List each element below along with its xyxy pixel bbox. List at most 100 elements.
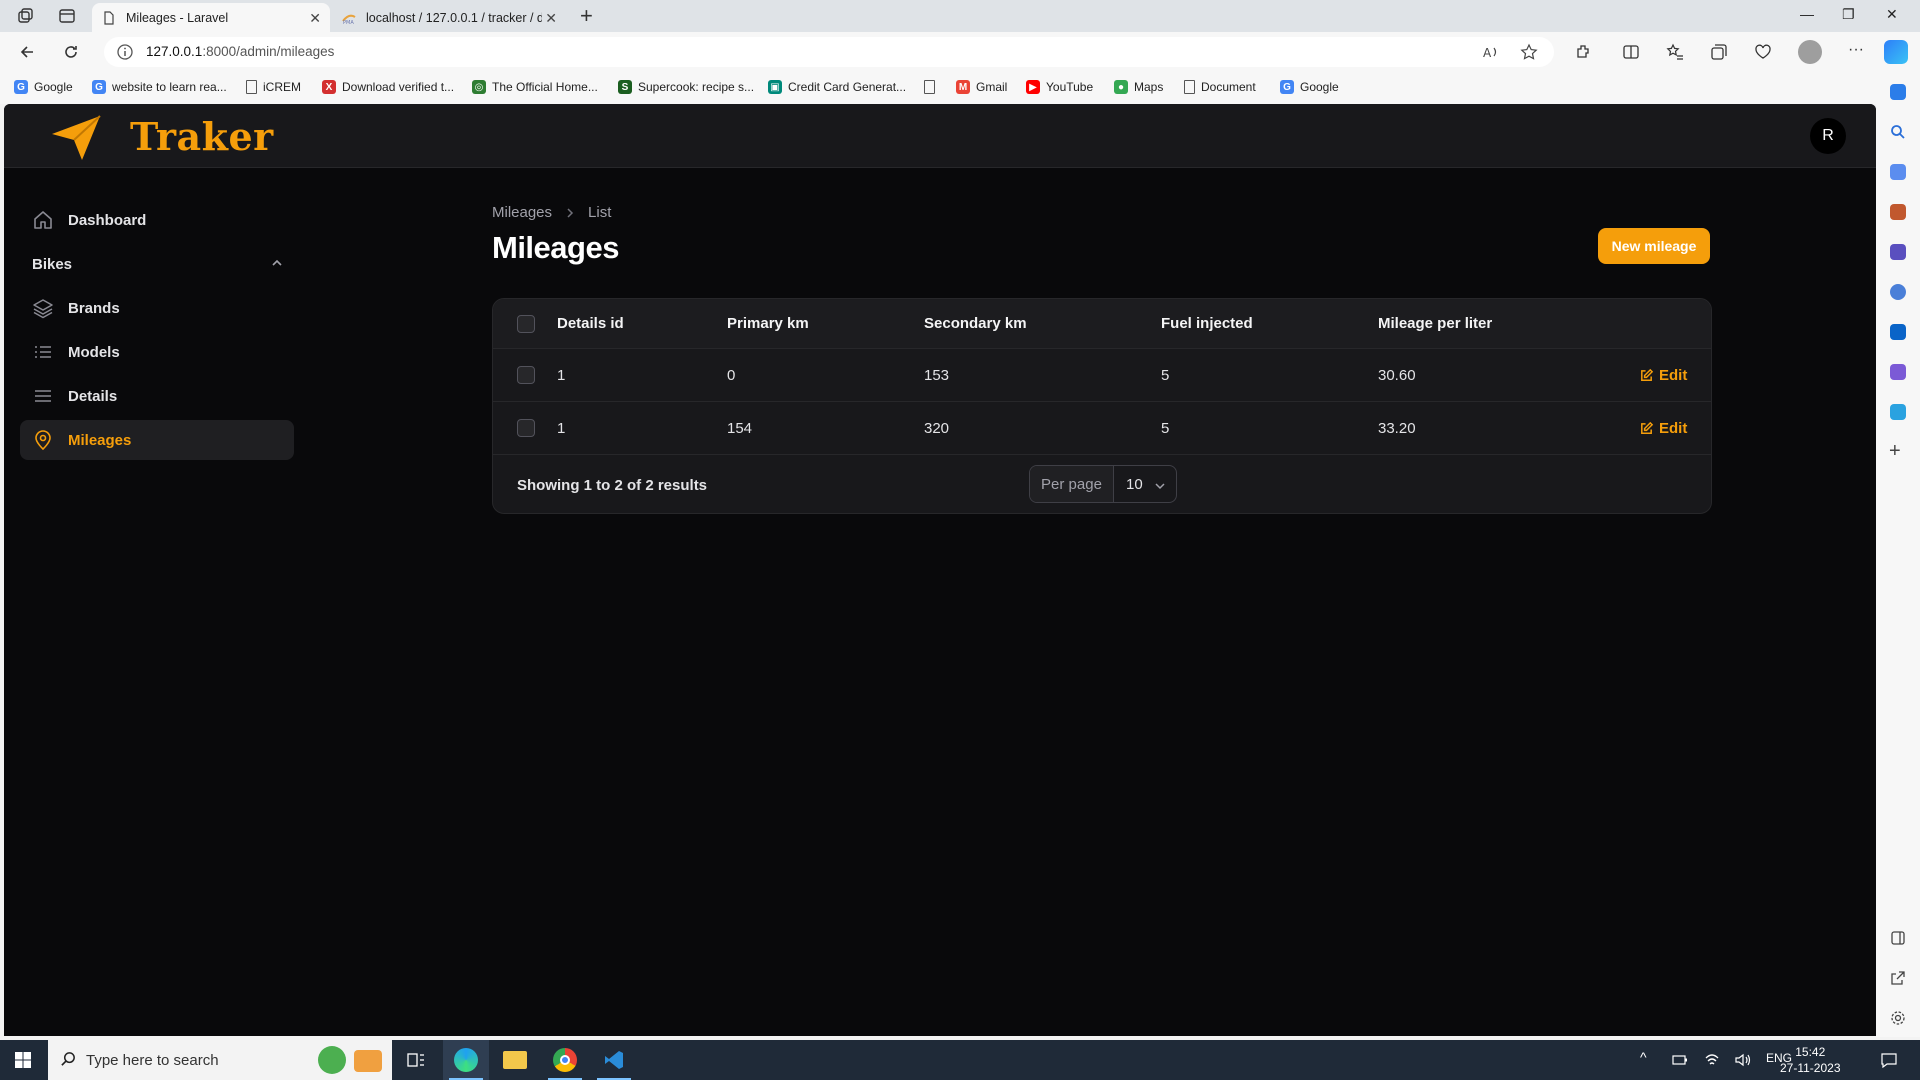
designer-icon[interactable] (1890, 364, 1906, 380)
bookmark-item[interactable]: M Gmail (956, 80, 1007, 94)
column-header-primary-km[interactable]: Primary km (727, 299, 809, 348)
microsoft-365-icon[interactable] (1890, 284, 1906, 300)
bookmark-label: iCREM (263, 80, 301, 94)
favorite-star-icon[interactable] (1520, 43, 1538, 61)
outlook-icon[interactable] (1890, 324, 1906, 340)
edge-icon (454, 1048, 478, 1072)
sidebar-item-details[interactable]: Details (20, 376, 294, 416)
hide-sidebar-icon[interactable] (1890, 930, 1906, 946)
bookmark-item[interactable]: ◎ The Official Home... (472, 80, 598, 94)
cell-mileage-per-liter: 33.20 (1378, 419, 1416, 437)
sidebar-item-mileages[interactable]: Mileages (20, 420, 294, 460)
bookmark-item[interactable]: ▣ Credit Card Generat... (768, 80, 906, 94)
column-header-details-id[interactable]: Details id (557, 299, 624, 348)
tab-actions-icon[interactable] (58, 7, 76, 25)
new-tab-button[interactable]: + (580, 5, 593, 27)
paper-plane-logo-icon[interactable] (48, 112, 104, 162)
bookmark-item[interactable]: iCREM (246, 80, 301, 94)
taskbar-app-file-explorer[interactable] (492, 1040, 538, 1080)
task-view-button[interactable] (393, 1040, 439, 1080)
brand-name[interactable]: Traker (130, 114, 274, 159)
table-row[interactable]: 1 0 153 5 30.60 Edit (493, 349, 1711, 402)
close-tab-icon[interactable]: ✕ (309, 10, 321, 27)
bookmark-item[interactable]: S Supercook: recipe s... (618, 80, 754, 94)
close-window-icon[interactable]: ✕ (1886, 6, 1898, 23)
sidebar-group-bikes[interactable]: Bikes (20, 244, 294, 284)
refresh-icon[interactable] (62, 43, 80, 61)
split-screen-icon[interactable] (1622, 43, 1640, 61)
user-avatar[interactable]: R (1810, 118, 1846, 154)
edit-button[interactable]: Edit (1639, 349, 1687, 401)
search-highlight-diya-icon[interactable] (354, 1050, 382, 1072)
notifications-icon[interactable] (1890, 84, 1906, 100)
sidebar-item-brands[interactable]: Brands (20, 288, 294, 328)
sidebar-item-dashboard[interactable]: Dashboard (20, 200, 294, 240)
google-icon: G (1280, 80, 1294, 94)
browser-essentials-icon[interactable] (1754, 43, 1772, 61)
per-page-dropdown[interactable]: 10 (1114, 466, 1176, 502)
sidebar-item-label: Details (68, 387, 118, 405)
drop-icon[interactable] (1890, 404, 1906, 420)
add-sidebar-app-icon[interactable]: + (1889, 440, 1901, 463)
close-tab-icon[interactable]: ✕ (545, 10, 557, 27)
shopping-icon[interactable] (1890, 164, 1906, 180)
restore-icon[interactable]: ❐ (1842, 6, 1855, 23)
notification-center-icon[interactable] (1880, 1052, 1898, 1068)
bookmark-item[interactable]: ● Maps (1114, 80, 1163, 94)
table-row[interactable]: 1 154 320 5 33.20 Edit (493, 402, 1711, 455)
battery-icon[interactable] (1672, 1053, 1688, 1067)
read-aloud-icon[interactable]: A (1482, 43, 1500, 61)
tab-mileages[interactable]: Mileages - Laravel ✕ (92, 3, 330, 32)
breadcrumb-mileages[interactable]: Mileages (492, 204, 552, 221)
sidebar-item-models[interactable]: Models (20, 332, 294, 372)
open-external-icon[interactable] (1890, 970, 1906, 986)
taskbar-app-chrome[interactable] (542, 1040, 588, 1080)
page-icon (924, 80, 935, 94)
column-header-mileage-per-liter[interactable]: Mileage per liter (1378, 299, 1492, 348)
select-all-checkbox[interactable] (517, 315, 535, 333)
sidebar-item-label: Brands (68, 299, 120, 317)
per-page-label: Per page (1030, 466, 1114, 502)
tray-chevron-up-icon[interactable]: ^ (1640, 1049, 1647, 1065)
row-checkbox[interactable] (517, 366, 535, 384)
bookmark-item[interactable]: X Download verified t... (322, 80, 454, 94)
favorites-icon[interactable] (1666, 43, 1684, 61)
start-button[interactable] (0, 1040, 46, 1080)
taskbar-app-vscode[interactable] (591, 1040, 637, 1080)
collections-icon[interactable] (1710, 43, 1728, 61)
chevron-up-icon[interactable] (270, 256, 284, 270)
profile-icon[interactable] (1798, 40, 1822, 64)
sidebar-settings-icon[interactable] (1890, 1010, 1906, 1026)
bookmark-item[interactable] (924, 80, 941, 94)
column-header-secondary-km[interactable]: Secondary km (924, 299, 1027, 348)
search-highlight-icon[interactable] (318, 1046, 346, 1074)
bookmark-item[interactable]: Document (1184, 80, 1256, 94)
more-options-icon[interactable]: ··· (1848, 41, 1864, 59)
bookmark-item[interactable]: G Google (14, 80, 73, 94)
copilot-icon[interactable] (1884, 40, 1908, 64)
workspaces-icon[interactable] (16, 7, 34, 25)
games-icon[interactable] (1890, 244, 1906, 260)
per-page-select[interactable]: Per page 10 (1029, 465, 1177, 503)
system-clock[interactable]: 15:42 27-11-2023 (1780, 1044, 1841, 1076)
extensions-icon[interactable] (1574, 43, 1592, 61)
row-checkbox[interactable] (517, 419, 535, 437)
search-icon[interactable] (1890, 124, 1906, 140)
tab-phpmyadmin[interactable]: PMA localhost / 127.0.0.1 / tracker / d … (332, 3, 566, 32)
edit-button[interactable]: Edit (1639, 402, 1687, 454)
taskbar-app-edge[interactable] (443, 1040, 489, 1080)
info-icon[interactable] (116, 43, 134, 61)
bookmark-item[interactable]: G Google (1280, 80, 1339, 94)
tools-icon[interactable] (1890, 204, 1906, 220)
minimize-icon[interactable]: — (1800, 6, 1814, 22)
taskbar-search-input[interactable]: Type here to search (48, 1040, 392, 1080)
wifi-icon[interactable] (1704, 1052, 1720, 1068)
back-icon[interactable] (18, 43, 36, 61)
volume-icon[interactable] (1734, 1052, 1752, 1068)
bookmark-item[interactable]: ▶ YouTube (1026, 80, 1093, 94)
column-header-fuel-injected[interactable]: Fuel injected (1161, 299, 1253, 348)
x-icon: X (322, 80, 336, 94)
bookmark-item[interactable]: Gwebsite to learn rea... (92, 80, 227, 94)
bookmark-label: Google (34, 80, 73, 94)
new-mileage-button[interactable]: New mileage (1598, 228, 1710, 264)
